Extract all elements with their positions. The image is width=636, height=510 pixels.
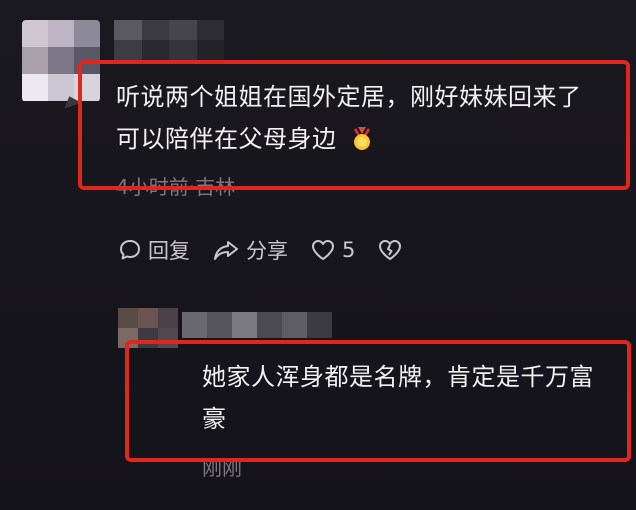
highlight-box-comment-2 bbox=[125, 340, 631, 462]
username-comment-2[interactable] bbox=[182, 312, 332, 338]
heart-icon bbox=[312, 240, 334, 260]
comment-screen: 听说两个姐姐在国外定居，刚好妹妹回来了 可以陪伴在父母身边 4小时前·吉林 回复… bbox=[0, 0, 636, 510]
share-button[interactable]: 分享 bbox=[212, 235, 288, 265]
reply-label: 回复 bbox=[148, 239, 190, 263]
share-arrow-icon bbox=[214, 241, 238, 260]
like-button[interactable]: 5 bbox=[310, 238, 355, 262]
dislike-button[interactable] bbox=[377, 238, 403, 262]
broken-heart-icon bbox=[379, 240, 402, 260]
share-label: 分享 bbox=[246, 239, 288, 263]
comment-1-actions: 回复 分享 5 bbox=[118, 232, 403, 268]
highlight-box-comment-1 bbox=[78, 60, 630, 190]
username-comment-1[interactable] bbox=[114, 20, 224, 60]
speech-bubble-icon bbox=[120, 240, 140, 260]
like-count: 5 bbox=[342, 238, 356, 262]
reply-button[interactable]: 回复 bbox=[118, 235, 190, 265]
